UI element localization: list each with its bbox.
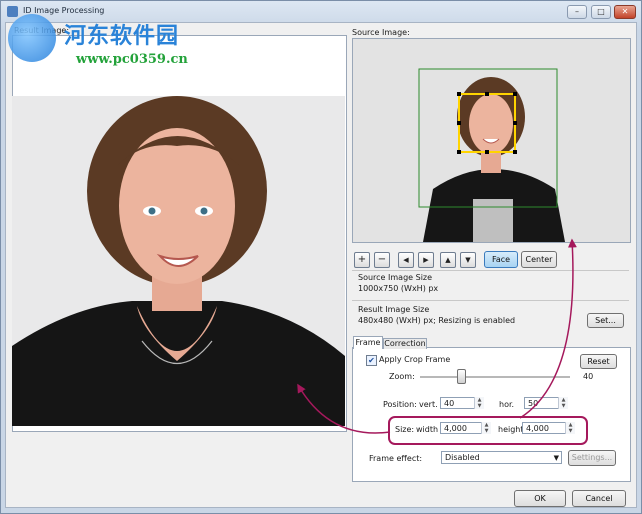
- settings-button[interactable]: Settings...: [568, 450, 616, 466]
- size-label: Size:: [395, 425, 415, 434]
- tab-correction[interactable]: Correction: [383, 338, 427, 349]
- frame-effect-select[interactable]: Disabled ▼: [441, 451, 562, 464]
- set-size-button[interactable]: Set...: [587, 313, 624, 328]
- face-button[interactable]: Face: [484, 251, 518, 268]
- width-value: 4,000: [444, 424, 467, 433]
- tab-frame[interactable]: Frame: [353, 336, 383, 349]
- source-size-label: Source Image Size: [358, 273, 433, 282]
- zoom-out-button[interactable]: −: [374, 252, 390, 268]
- zoom-in-button[interactable]: +: [354, 252, 370, 268]
- height-spin-icon[interactable]: ▲ ▼: [565, 422, 575, 434]
- width-spin-icon[interactable]: ▲ ▼: [481, 422, 491, 434]
- zoom-value: 40: [583, 372, 594, 381]
- ok-button[interactable]: OK: [514, 490, 566, 507]
- move-up-button[interactable]: ▲: [440, 252, 456, 268]
- vert-value: 40: [444, 399, 455, 408]
- source-image-panel[interactable]: [352, 38, 631, 243]
- maximize-button[interactable]: □: [591, 5, 611, 19]
- move-down-button[interactable]: ▼: [460, 252, 476, 268]
- hor-label: hor.: [499, 400, 515, 409]
- hor-value: 50: [528, 399, 539, 408]
- source-image-label: Source Image:: [352, 28, 410, 37]
- watermark-site-name: 河东软件园: [64, 23, 180, 49]
- zoom-slider-track[interactable]: [420, 376, 570, 378]
- cancel-button[interactable]: Cancel: [572, 490, 626, 507]
- apply-crop-checkbox[interactable]: ✔: [366, 355, 377, 366]
- height-label: height: [498, 425, 524, 434]
- center-button[interactable]: Center: [521, 251, 557, 268]
- minimize-button[interactable]: –: [567, 5, 587, 19]
- zoom-slider-thumb[interactable]: [457, 369, 466, 384]
- divider: [352, 270, 629, 271]
- frame-effect-label: Frame effect:: [369, 454, 423, 463]
- zoom-label: Zoom:: [389, 372, 415, 381]
- site-watermark: 河东软件园 www.pc0359.cn: [6, 8, 226, 70]
- width-label: width: [416, 425, 439, 434]
- result-size-label: Result Image Size: [358, 305, 430, 314]
- source-size-value: 1000x750 (WxH) px: [358, 284, 439, 293]
- vert-label: vert.: [419, 400, 438, 409]
- move-left-button[interactable]: ◀: [398, 252, 414, 268]
- watermark-logo-icon: [8, 14, 56, 62]
- result-image: [12, 96, 345, 426]
- watermark-url: www.pc0359.cn: [76, 52, 188, 67]
- result-size-value: 480x480 (WxH) px; Resizing is enabled: [358, 316, 516, 325]
- close-button[interactable]: ✕: [614, 5, 636, 19]
- divider: [352, 300, 629, 301]
- apply-crop-label: Apply Crop Frame: [379, 355, 451, 364]
- vert-spin-icon[interactable]: ▲ ▼: [474, 397, 484, 409]
- position-label: Position:: [383, 400, 417, 409]
- chevron-down-icon: ▼: [553, 454, 559, 462]
- reset-button[interactable]: Reset: [580, 354, 617, 369]
- move-right-button[interactable]: ▶: [418, 252, 434, 268]
- hor-spin-icon[interactable]: ▲ ▼: [558, 397, 568, 409]
- height-value: 4,000: [526, 424, 549, 433]
- frame-effect-value: Disabled: [445, 453, 480, 462]
